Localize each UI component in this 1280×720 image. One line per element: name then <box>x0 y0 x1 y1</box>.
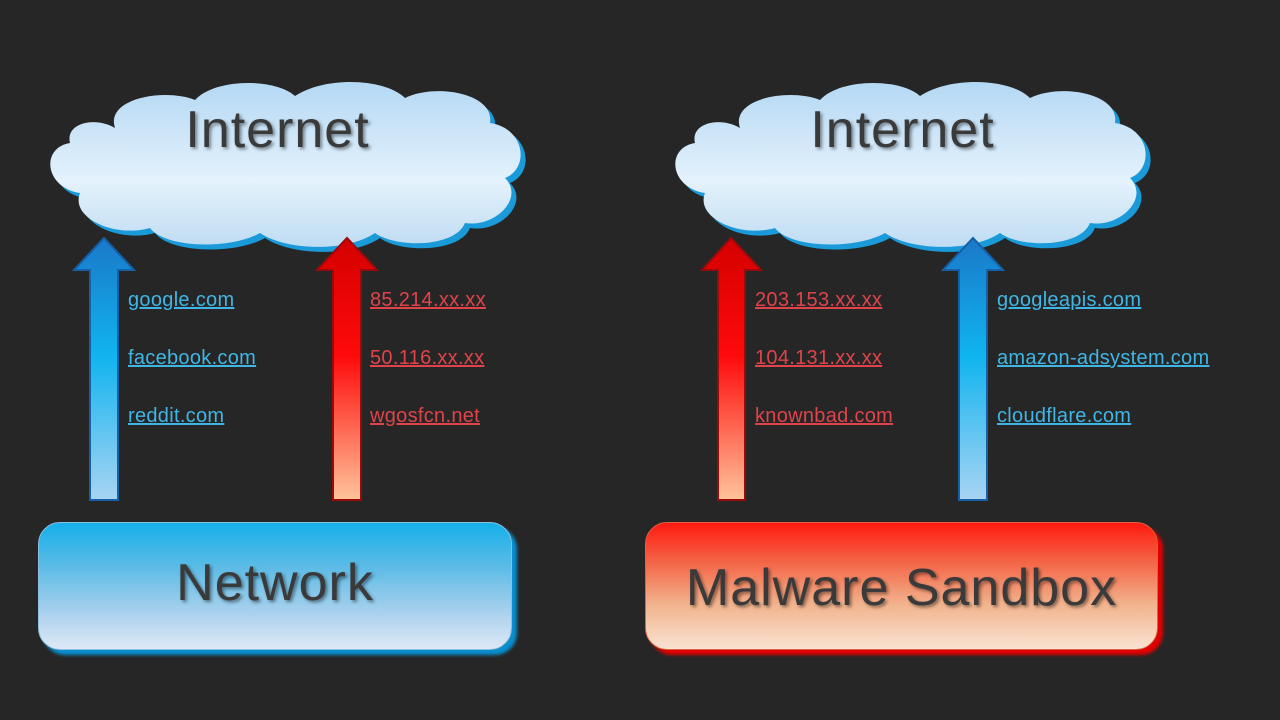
right-bad-links: 203.153.xx.xx 104.131.xx.xx knownbad.com <box>755 288 893 462</box>
left-safe-links: google.com facebook.com reddit.com <box>128 288 256 462</box>
cloud-left-label: Internet <box>185 101 370 159</box>
link-ip-85[interactable]: 85.214.xx.xx <box>370 288 486 346</box>
network-box: Network <box>38 522 512 650</box>
link-reddit[interactable]: reddit.com <box>128 404 256 462</box>
link-amazon-adsystem[interactable]: amazon-adsystem.com <box>997 346 1209 404</box>
arrow-right-blue <box>940 236 1006 501</box>
link-ip-104[interactable]: 104.131.xx.xx <box>755 346 893 404</box>
link-google[interactable]: google.com <box>128 288 256 346</box>
cloud-right-label: Internet <box>810 101 995 159</box>
link-ip-50[interactable]: 50.116.xx.xx <box>370 346 486 404</box>
malware-sandbox-label: Malware Sandbox <box>685 559 1118 617</box>
link-knownbad[interactable]: knownbad.com <box>755 404 893 462</box>
network-label: Network <box>176 554 374 612</box>
arrow-right-red <box>699 236 764 501</box>
malware-sandbox-box: Malware Sandbox <box>645 522 1158 650</box>
link-cloudflare[interactable]: cloudflare.com <box>997 404 1209 462</box>
link-googleapis[interactable]: googleapis.com <box>997 288 1209 346</box>
link-wgosfcn[interactable]: wgosfcn.net <box>370 404 486 462</box>
left-bad-links: 85.214.xx.xx 50.116.xx.xx wgosfcn.net <box>370 288 486 462</box>
link-facebook[interactable]: facebook.com <box>128 346 256 404</box>
arrow-left-red <box>314 236 380 501</box>
arrow-left-blue <box>71 236 137 501</box>
right-safe-links: googleapis.com amazon-adsystem.com cloud… <box>997 288 1209 462</box>
link-ip-203[interactable]: 203.153.xx.xx <box>755 288 893 346</box>
